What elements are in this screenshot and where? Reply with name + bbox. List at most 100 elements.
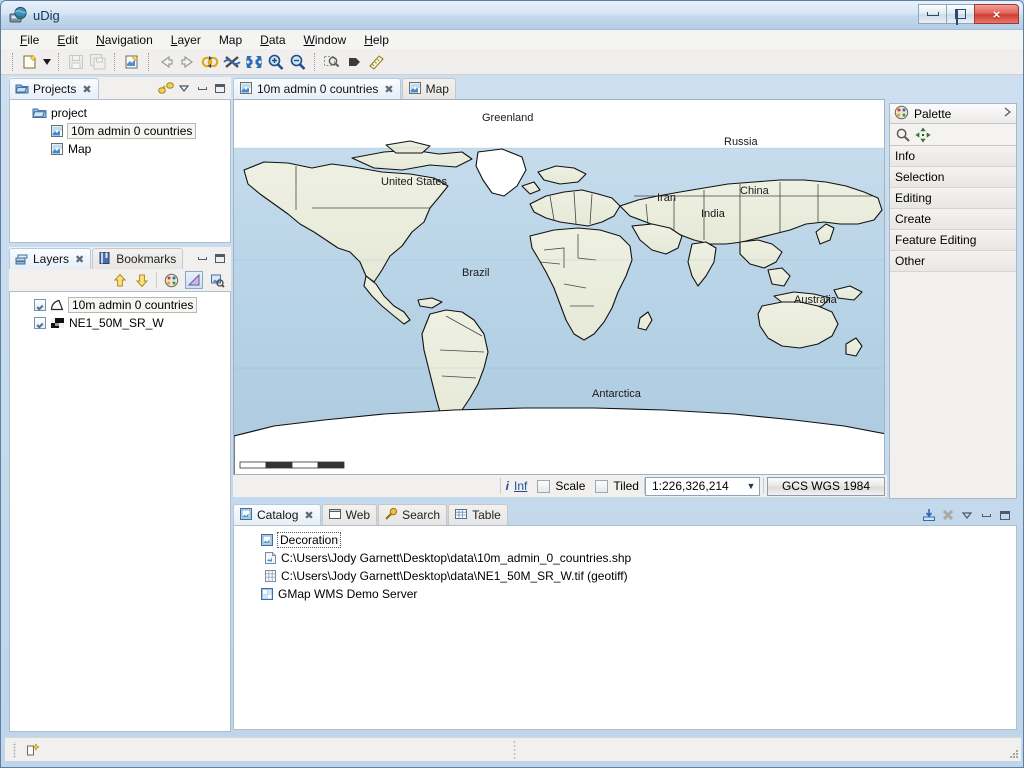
tab-map[interactable]: Map — [401, 78, 456, 99]
move-up-icon[interactable] — [112, 272, 128, 288]
menu-help[interactable]: Help — [355, 31, 398, 49]
crs-button[interactable]: GCS WGS 1984 — [766, 476, 885, 496]
palette-section-other[interactable]: Other — [890, 251, 1016, 272]
list-item[interactable]: C:\Users\Jody Garnett\Desktop\data\NE1_5… — [234, 567, 1016, 585]
tab-bookmarks[interactable]: Bookmarks — [92, 248, 184, 269]
close-button[interactable]: × — [974, 4, 1019, 24]
menu-data[interactable]: Data — [251, 31, 294, 49]
save-all-icon — [87, 51, 109, 73]
catalog-tree-body: Decoration C:\Users\Jody Garnett\Desktop… — [233, 525, 1017, 730]
landmass-australia — [757, 301, 839, 349]
list-item[interactable]: 10m admin 0 countries — [10, 296, 230, 314]
maximize-button[interactable] — [946, 4, 975, 25]
move-down-icon[interactable] — [134, 272, 150, 288]
measure-icon[interactable] — [365, 51, 387, 73]
scale-value: 1:226,326,214 — [651, 479, 729, 493]
status-separator — [762, 478, 764, 494]
workbench: Projects ✖ project 10m admin 0 countries… — [5, 77, 1021, 732]
tree-row[interactable]: Map — [10, 140, 230, 158]
palette-section-editing[interactable]: Editing — [890, 188, 1016, 209]
catalog-view-toolbar — [921, 505, 1017, 525]
new-map-icon[interactable] — [121, 51, 143, 73]
tab-layers[interactable]: Layers ✖ — [9, 248, 92, 269]
tree-row[interactable]: 10m admin 0 countries — [10, 122, 230, 140]
close-icon[interactable]: ✖ — [384, 83, 393, 96]
minimize-icon[interactable] — [194, 80, 210, 96]
menu-edit[interactable]: Edit — [48, 31, 87, 49]
new-dropdown-icon[interactable] — [41, 51, 53, 73]
tab-10m-admin-0-countries[interactable]: 10m admin 0 countries ✖ — [233, 78, 401, 99]
info-link[interactable]: Inf — [514, 479, 527, 493]
zoom-to-layer-icon[interactable] — [209, 272, 225, 288]
tab-search[interactable]: Search — [378, 504, 448, 525]
tab-bookmarks-label: Bookmarks — [116, 252, 177, 266]
tree-row[interactable]: project — [10, 104, 230, 122]
tab-label: Web — [345, 508, 371, 522]
view-menu-icon[interactable] — [959, 507, 975, 523]
style-palette-icon[interactable] — [163, 272, 179, 288]
layer-visibility-checkbox[interactable] — [34, 299, 46, 311]
tiled-checkbox[interactable] — [595, 479, 609, 493]
chevron-down-icon[interactable]: ▼ — [743, 481, 759, 491]
refresh-icon[interactable] — [199, 51, 221, 73]
catalog-item-label: GMap WMS Demo Server — [278, 587, 418, 601]
style-editor-icon[interactable] — [185, 271, 203, 289]
minimize-icon[interactable] — [978, 507, 994, 523]
scale-combobox[interactable]: 1:226,326,214 ▼ — [644, 476, 760, 496]
minimize-button[interactable] — [918, 4, 947, 24]
palette-section-info[interactable]: Info — [890, 146, 1016, 167]
map-canvas[interactable]: Greenland Russia United States China Ira… — [233, 99, 885, 475]
decoration-icon — [260, 533, 274, 547]
menu-file[interactable]: File — [11, 31, 48, 49]
maximize-icon[interactable] — [997, 507, 1013, 523]
palette-section-feature-editing[interactable]: Feature Editing — [890, 230, 1016, 251]
close-icon[interactable]: ✖ — [82, 83, 91, 96]
link-editor-icon[interactable] — [158, 80, 174, 96]
tab-layers-label: Layers — [33, 252, 70, 266]
minimize-icon[interactable] — [194, 250, 210, 266]
landmass-scandinavia — [537, 165, 587, 185]
tab-web[interactable]: Web — [321, 504, 378, 525]
layer-label: 10m admin 0 countries — [68, 297, 198, 313]
zoom-extent-icon[interactable] — [243, 51, 265, 73]
menu-navigation[interactable]: Navigation — [87, 31, 162, 49]
scale-checkbox[interactable] — [537, 479, 551, 493]
palette-section-create[interactable]: Create — [890, 209, 1016, 230]
close-icon[interactable]: ✖ — [304, 509, 313, 522]
zoom-out-icon[interactable] — [287, 51, 309, 73]
chevron-right-icon[interactable] — [1002, 106, 1012, 121]
new-icon[interactable] — [19, 51, 41, 73]
tab-projects[interactable]: Projects ✖ — [9, 78, 99, 99]
tab-table[interactable]: Table — [448, 504, 508, 525]
remove-icon[interactable] — [940, 507, 956, 523]
view-menu-icon[interactable] — [176, 80, 192, 96]
zoom-tool-icon[interactable] — [895, 127, 911, 143]
import-icon[interactable] — [921, 507, 937, 523]
tab-label: Search — [402, 508, 441, 522]
palette-section-selection[interactable]: Selection — [890, 167, 1016, 188]
list-item[interactable]: NE1_50M_SR_W — [10, 314, 230, 332]
layer-visibility-checkbox[interactable] — [34, 317, 46, 329]
menu-layer[interactable]: Layer — [162, 31, 210, 49]
maximize-icon[interactable] — [212, 80, 228, 96]
menu-map[interactable]: Map — [210, 31, 251, 49]
close-icon[interactable]: ✖ — [75, 253, 84, 266]
list-item[interactable]: C:\Users\Jody Garnett\Desktop\data\10m_a… — [234, 549, 1016, 567]
resize-handle[interactable] — [1007, 747, 1019, 759]
list-item[interactable]: GMap WMS Demo Server — [234, 585, 1016, 603]
tab-catalog[interactable]: Catalog ✖ — [233, 504, 321, 525]
maximize-icon[interactable] — [212, 250, 228, 266]
zoom-box-icon[interactable] — [321, 51, 343, 73]
pan-tool-icon[interactable] — [915, 126, 931, 143]
zoom-in-icon[interactable] — [265, 51, 287, 73]
toolbar-separator — [114, 52, 116, 71]
menu-window[interactable]: Window — [295, 31, 356, 49]
list-item[interactable]: Decoration — [234, 531, 1016, 549]
status-tool-icon[interactable] — [25, 742, 41, 758]
stop-render-icon[interactable] — [221, 51, 243, 73]
landmass-caribbean — [417, 297, 443, 309]
tab-label: Catalog — [257, 508, 299, 522]
globe-disk-icon — [9, 6, 27, 24]
pan-icon[interactable] — [343, 51, 365, 73]
catalog-view: Catalog ✖ Web Search Table Decoration C:… — [233, 503, 1017, 732]
